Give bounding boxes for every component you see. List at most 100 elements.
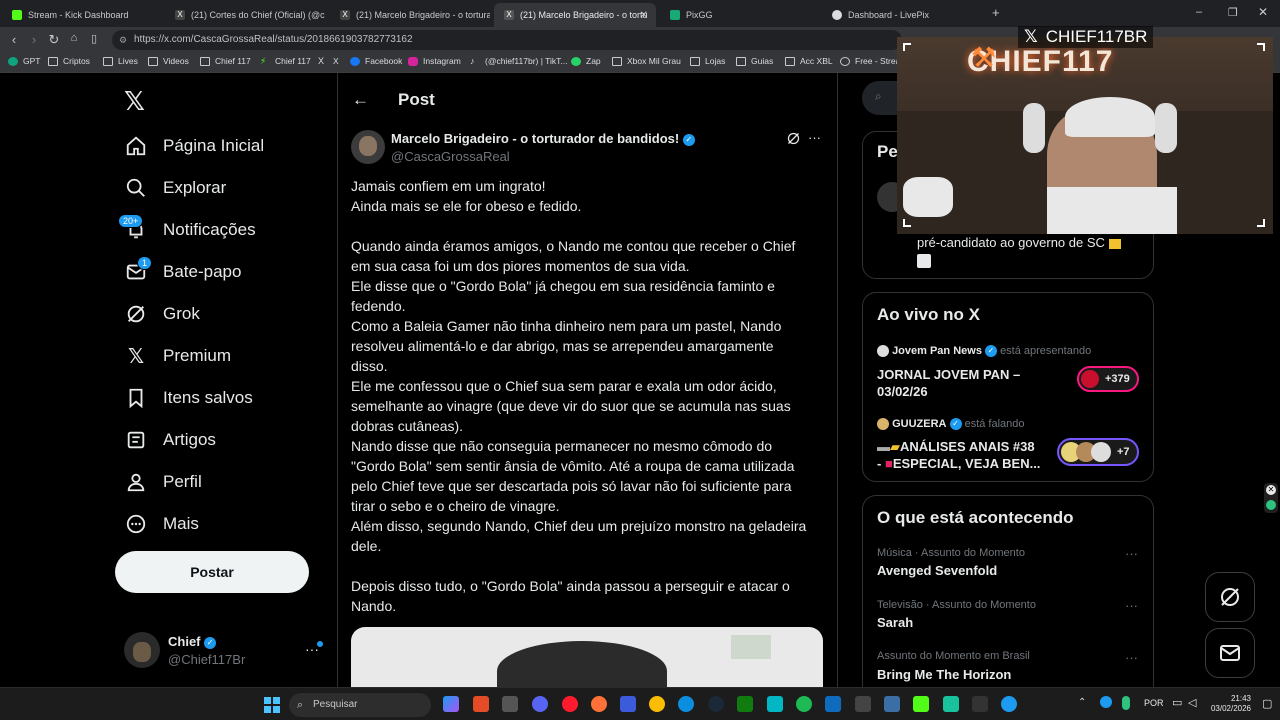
tab-livepix[interactable]: Dashboard - LivePix — [822, 3, 982, 27]
live-title[interactable]: ▬▰ANÁLISES ANAIS #38 - ■ESPECIAL, VEJA B… — [877, 438, 1040, 472]
back-arrow-icon[interactable]: ← — [352, 90, 369, 110]
opera-icon[interactable] — [562, 696, 578, 712]
spotify-icon[interactable] — [796, 696, 812, 712]
bookmark-item[interactable]: Acc XBL — [785, 56, 833, 66]
steam-icon[interactable] — [708, 696, 724, 712]
tab-kick[interactable]: Stream - Kick Dashboard — [2, 3, 162, 27]
bookmark-item[interactable]: ♪ (@chief117br) | TikT... — [470, 56, 567, 66]
firefox-icon[interactable] — [591, 696, 607, 712]
post-more-icon[interactable]: ··· — [808, 130, 821, 145]
windows-start-icon[interactable] — [264, 697, 280, 713]
taskbar-search-input[interactable]: ⌕ Pesquisar — [289, 693, 431, 717]
discord-icon[interactable] — [532, 696, 548, 712]
bookmark-item[interactable]: GPT — [8, 56, 40, 66]
trend-more-icon[interactable]: ··· — [1125, 546, 1138, 561]
site-info-icon[interactable]: ⚙ — [119, 30, 127, 50]
brave-icon[interactable] — [473, 696, 489, 712]
chrome-icon[interactable] — [649, 696, 665, 712]
author-avatar[interactable] — [351, 130, 385, 164]
notification-icon[interactable]: ▢ — [1262, 697, 1272, 710]
close-window-icon[interactable]: ✕ — [1258, 5, 1268, 19]
app-icon[interactable] — [1001, 696, 1017, 712]
bookmark-item[interactable]: Lojas — [690, 56, 725, 66]
app-icon[interactable] — [972, 696, 988, 712]
copilot-icon[interactable] — [443, 696, 459, 712]
sidebar-item-bookmarks[interactable]: Itens salvos — [124, 383, 253, 413]
trend-name[interactable]: Sarah — [877, 615, 913, 630]
network-icon[interactable]: ▭ — [1172, 696, 1182, 709]
grok-floating-button[interactable] — [1205, 572, 1255, 622]
sidebar-item-grok[interactable]: Grok — [124, 299, 200, 329]
url-input[interactable]: ⚙ https://x.com/CascaGrossaReal/status/2… — [112, 30, 902, 50]
volume-icon[interactable]: ◁ — [1188, 696, 1196, 709]
app-icon[interactable] — [855, 696, 871, 712]
bookmark-item[interactable]: Chief 117 — [200, 56, 251, 66]
extension-icon[interactable] — [1266, 500, 1276, 510]
bookmark-item[interactable]: Videos — [148, 56, 189, 66]
sidebar-item-notifications[interactable]: Notificações — [124, 215, 256, 245]
clock[interactable]: 21:43 03/02/2026 — [1205, 694, 1251, 714]
sidebar-item-more[interactable]: Mais — [124, 509, 199, 539]
home-icon[interactable]: ⌂ — [66, 32, 82, 44]
tab-pixgg[interactable]: PixGG — [660, 3, 820, 27]
app-icon[interactable] — [943, 696, 959, 712]
trend-more-icon[interactable]: ··· — [1125, 598, 1138, 613]
post-media[interactable] — [351, 627, 823, 687]
bitwarden-icon[interactable] — [620, 696, 636, 712]
sidebar-item-articles[interactable]: Artigos — [124, 425, 216, 455]
sidebar-item-profile[interactable]: Perfil — [124, 467, 202, 497]
xbox-icon[interactable] — [737, 696, 753, 712]
bookmark-item[interactable]: Criptos — [48, 56, 90, 66]
sidebar-item-explore[interactable]: Explorar — [124, 173, 226, 203]
bookmark-item[interactable]: Xbox Mil Grau — [612, 56, 681, 66]
bookmark-item[interactable]: Free - Strea — [840, 56, 900, 66]
microphone-icon[interactable] — [1122, 696, 1130, 710]
author-name[interactable]: Marcelo Brigadeiro - o torturador de ban… — [391, 131, 695, 146]
minimize-icon[interactable]: – — [1196, 6, 1202, 18]
tab-marcelo-active[interactable]: X (21) Marcelo Brigadeiro - o tortu ✕ — [494, 3, 656, 27]
author-handle[interactable]: @CascaGrossaReal — [391, 149, 510, 164]
outlook-icon[interactable] — [825, 696, 841, 712]
tray-icon[interactable] — [1100, 696, 1112, 708]
back-icon[interactable]: ‹ — [6, 32, 22, 47]
kick-icon[interactable] — [913, 696, 929, 712]
live-host[interactable]: GUUZERA ✓ está falando — [877, 418, 1025, 431]
live-host[interactable]: Jovem Pan News ✓ está apresentando — [877, 345, 1091, 358]
live-listeners-pill[interactable]: +379 — [1077, 366, 1139, 392]
live-title[interactable]: JORNAL JOVEM PAN – 03/02/26 — [877, 366, 1020, 400]
extension-panel[interactable]: ✕ — [1264, 483, 1278, 513]
app-icon[interactable] — [767, 696, 783, 712]
notepad-icon[interactable] — [884, 696, 900, 712]
bookmark-item[interactable]: XX — [318, 56, 339, 66]
trend-name[interactable]: Avenged Sevenfold — [877, 563, 997, 578]
restore-icon[interactable]: ❐ — [1228, 6, 1238, 19]
bookmark-item[interactable]: Lives — [103, 56, 138, 66]
x-logo-icon[interactable]: 𝕏 — [124, 86, 145, 117]
grok-explain-icon[interactable] — [786, 131, 801, 151]
app-icon[interactable] — [502, 696, 518, 712]
live-listeners-pill[interactable]: +7 — [1057, 438, 1139, 466]
close-tab-icon[interactable]: ✕ — [640, 10, 648, 21]
sidebar-item-premium[interactable]: 𝕏 Premium — [124, 341, 231, 371]
search-input[interactable]: ⌕ — [862, 81, 902, 115]
forward-icon[interactable]: › — [26, 32, 42, 47]
new-tab-icon[interactable]: + — [992, 5, 1000, 20]
messages-floating-button[interactable] — [1205, 628, 1255, 678]
bookmark-item[interactable]: Zap — [571, 56, 601, 66]
avatar[interactable] — [124, 632, 160, 668]
bookmark-item[interactable]: Guias — [736, 56, 773, 66]
tab-marcelo-1[interactable]: X (21) Marcelo Brigadeiro - o torturad — [330, 3, 490, 27]
bookmark-icon[interactable]: ▯ — [86, 32, 102, 45]
bookmark-item[interactable]: ⚡ Chief 117 — [260, 56, 311, 66]
tab-cortes[interactable]: X(21) Cortes do Chief (Oficial) (@corte — [165, 3, 325, 27]
bookmark-item[interactable]: Facebook — [350, 56, 402, 66]
bookmark-item[interactable]: Instagram — [408, 56, 461, 66]
close-icon[interactable]: ✕ — [1266, 485, 1276, 495]
edge-icon[interactable] — [678, 696, 694, 712]
sidebar-item-home[interactable]: Página Inicial — [124, 131, 264, 161]
chevron-up-icon[interactable]: ⌃ — [1078, 697, 1086, 708]
reload-icon[interactable]: ↻ — [46, 32, 62, 48]
trend-name[interactable]: Bring Me The Horizon — [877, 667, 1011, 682]
language-indicator[interactable]: POR — [1144, 698, 1164, 708]
trend-more-icon[interactable]: ··· — [1125, 650, 1138, 665]
